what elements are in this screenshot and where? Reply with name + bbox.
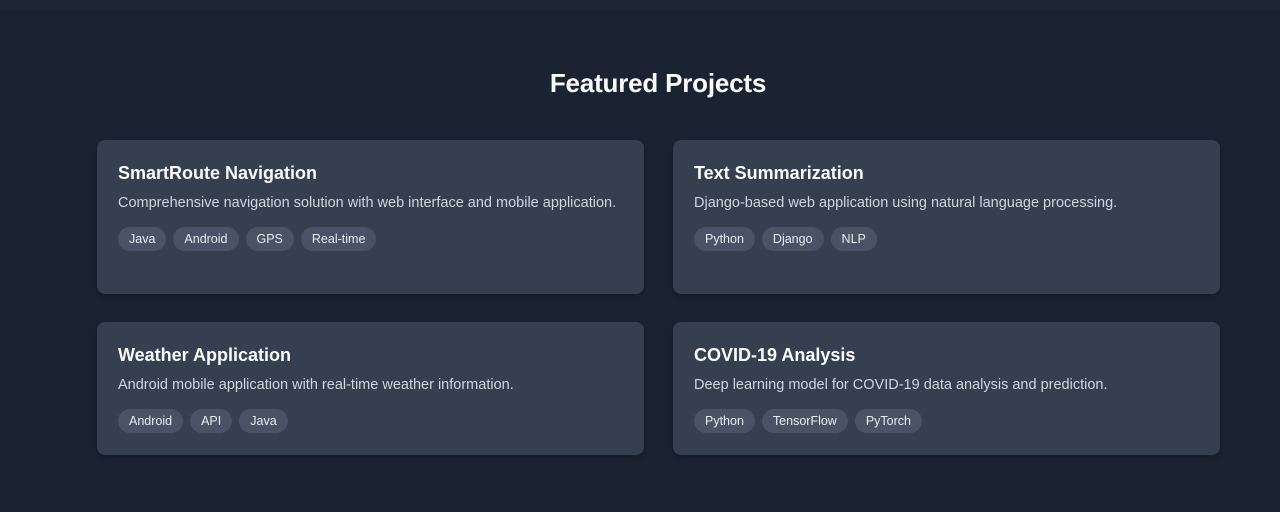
project-card-weather[interactable]: Weather Application Android mobile appli…	[97, 322, 644, 455]
project-title: Weather Application	[118, 345, 292, 365]
project-description: Django-based web application using natur…	[694, 195, 1118, 211]
top-nav-bar	[0, 0, 1280, 10]
project-title: SmartRoute Navigation	[118, 163, 318, 183]
project-card-covid[interactable]: COVID-19 Analysis Deep learning model fo…	[673, 322, 1220, 455]
tag: Android	[118, 409, 184, 433]
tag-list: Android API Java	[118, 409, 623, 433]
tag-list: Java Android GPS Real-time	[118, 227, 623, 251]
tag: Real-time	[300, 227, 377, 251]
tag: Django	[761, 227, 824, 251]
projects-section: Featured Projects SmartRoute Navigation …	[0, 10, 1280, 512]
project-description: Android mobile application with real-tim…	[118, 377, 514, 393]
project-title: Text Summarization	[694, 163, 864, 183]
tag: Python	[694, 409, 755, 433]
tag: GPS	[245, 227, 294, 251]
project-title: COVID-19 Analysis	[694, 345, 856, 365]
tag: Java	[118, 227, 167, 251]
tag: Android	[173, 227, 239, 251]
tag-list: Python TensorFlow PyTorch	[694, 409, 1199, 433]
tag: Python	[694, 227, 755, 251]
project-description: Comprehensive navigation solution with w…	[118, 195, 617, 211]
project-card-smartroute[interactable]: SmartRoute Navigation Comprehensive navi…	[97, 140, 644, 294]
tag-list: Python Django NLP	[694, 227, 1199, 251]
tag: Java	[239, 409, 288, 433]
tag: PyTorch	[854, 409, 922, 433]
tag: TensorFlow	[761, 409, 848, 433]
project-card-text-summarization[interactable]: Text Summarization Django-based web appl…	[673, 140, 1220, 294]
section-title: Featured Projects	[549, 68, 767, 98]
project-description: Deep learning model for COVID-19 data an…	[694, 377, 1108, 393]
tag: NLP	[830, 227, 877, 251]
tag: API	[190, 409, 233, 433]
